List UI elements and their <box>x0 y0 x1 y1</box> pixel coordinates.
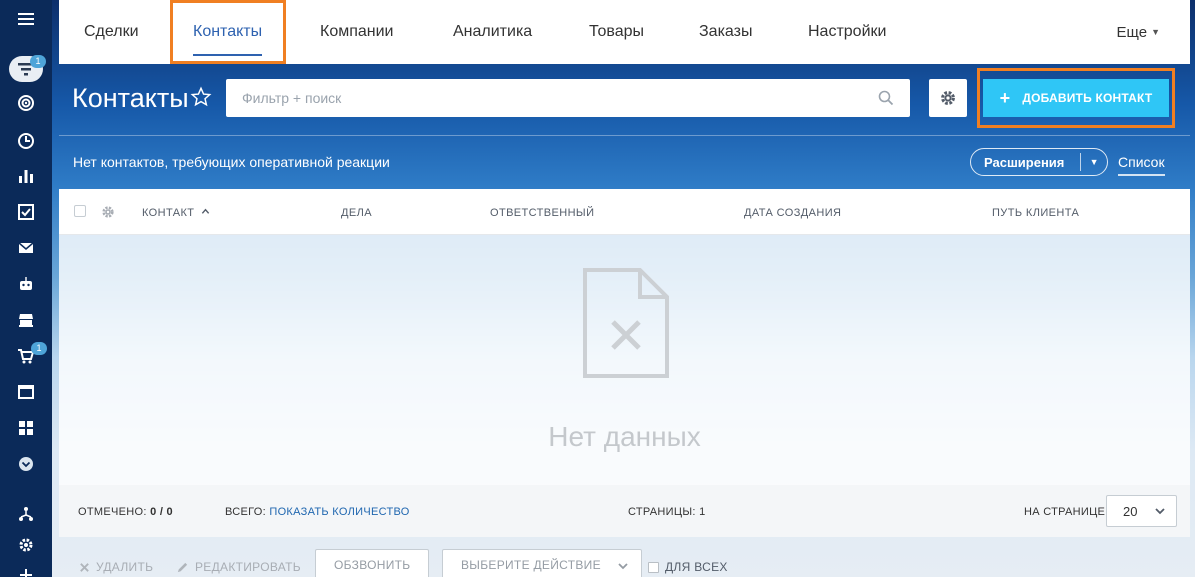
robot-icon[interactable] <box>0 269 52 299</box>
selected-value: 0 / 0 <box>150 506 173 518</box>
choose-action-label: ВЫБЕРИТЕ ДЕЙСТВИЕ <box>461 558 601 572</box>
store-icon[interactable] <box>0 305 52 335</box>
delete-label: УДАЛИТЬ <box>96 560 154 574</box>
show-count-link[interactable]: ПОКАЗАТЬ КОЛИЧЕСТВО <box>269 506 409 518</box>
filter-search[interactable] <box>226 79 910 117</box>
caret-down-icon: ▼ <box>1151 27 1160 37</box>
tab-settings[interactable]: Настройки <box>808 0 886 64</box>
pages-label: СТРАНИЦЫ: <box>628 506 696 518</box>
menu-icon[interactable] <box>0 4 52 34</box>
for-all-option[interactable]: ДЛЯ ВСЕХ <box>648 560 728 574</box>
analytics-icon[interactable] <box>0 161 52 191</box>
tab-deals[interactable]: Сделки <box>84 0 139 64</box>
edit-button[interactable]: РЕДАКТИРОВАТЬ <box>176 560 301 574</box>
tab-orders[interactable]: Заказы <box>699 0 752 64</box>
tasks-icon[interactable] <box>0 197 52 227</box>
tab-products[interactable]: Товары <box>589 0 644 64</box>
extensions-label: Расширения <box>984 154 1065 170</box>
for-all-label: ДЛЯ ВСЕХ <box>665 560 728 574</box>
rail-badge: 1 <box>31 342 47 355</box>
tab-analytics[interactable]: Аналитика <box>453 0 532 64</box>
close-icon <box>80 562 89 572</box>
action-bar: УДАЛИТЬ РЕДАКТИРОВАТЬ ОБЗВОНИТЬ ВЫБЕРИТЕ… <box>59 540 1190 577</box>
plus-icon[interactable] <box>0 560 52 577</box>
plus-icon: + <box>999 87 1011 108</box>
chevron-down-icon <box>618 563 628 570</box>
mail-icon[interactable] <box>0 233 52 263</box>
list-view-link[interactable]: Список <box>1118 154 1165 176</box>
clock-icon[interactable] <box>0 126 52 156</box>
column-header-contact[interactable]: КОНТАКТ <box>142 207 210 219</box>
notice-text: Нет контактов, требующих оперативной реа… <box>73 154 390 170</box>
cart-icon[interactable]: 1 <box>0 341 52 371</box>
column-settings-icon[interactable] <box>101 205 115 219</box>
search-input[interactable] <box>226 79 910 117</box>
total-count: ВСЕГО: ПОКАЗАТЬ КОЛИЧЕСТВО <box>225 506 410 518</box>
highlight-frame <box>170 0 286 64</box>
more-menu[interactable]: Еще ▼ <box>1117 0 1160 64</box>
column-label: КОНТАКТ <box>142 207 195 219</box>
gear-icon[interactable] <box>0 530 52 560</box>
window-icon[interactable] <box>0 377 52 407</box>
per-page-label: НА СТРАНИЦЕ: <box>1024 506 1109 518</box>
add-contact-label: ДОБАВИТЬ КОНТАКТ <box>1022 91 1153 105</box>
left-rail: 1 1 <box>0 0 52 577</box>
chevron-down-icon <box>1155 508 1165 515</box>
search-icon[interactable] <box>878 90 894 106</box>
target-icon[interactable] <box>0 88 52 118</box>
column-header-responsible[interactable]: ОТВЕТСТВЕННЫЙ <box>490 207 594 219</box>
call-button[interactable]: ОБЗВОНИТЬ <box>315 549 430 577</box>
more-label: Еще <box>1116 23 1148 41</box>
apps-icon[interactable] <box>0 413 52 443</box>
choose-action-select[interactable]: ВЫБЕРИТЕ ДЕЙСТВИЕ <box>442 549 642 577</box>
total-label: ВСЕГО: <box>225 506 267 518</box>
page-title: Контакты <box>72 83 189 113</box>
rail-badge: 1 <box>30 55 46 68</box>
settings-button[interactable] <box>929 79 967 117</box>
selected-count: ОТМЕЧЕНО: 0 / 0 <box>78 506 173 518</box>
chevron-down-icon[interactable] <box>0 449 52 479</box>
pages-value: 1 <box>699 506 706 518</box>
edit-label: РЕДАКТИРОВАТЬ <box>195 560 301 574</box>
select-all-checkbox[interactable] <box>74 205 86 217</box>
divider <box>59 135 1190 136</box>
column-header-journey[interactable]: ПУТЬ КЛИЕНТА <box>992 207 1079 219</box>
extensions-button[interactable]: Расширения ▼ <box>970 148 1108 176</box>
star-icon[interactable] <box>190 86 212 108</box>
pages-info: СТРАНИЦЫ: 1 <box>628 506 706 518</box>
add-contact-button[interactable]: + ДОБАВИТЬ КОНТАКТ <box>983 79 1169 117</box>
page-size-value: 20 <box>1123 503 1138 519</box>
grid-header: КОНТАКТ ДЕЛА ОТВЕТСТВЕННЫЙ ДАТА СОЗДАНИЯ… <box>59 189 1190 235</box>
grid-footer: ОТМЕЧЕНО: 0 / 0 ВСЕГО: ПОКАЗАТЬ КОЛИЧЕСТ… <box>59 485 1190 537</box>
selected-label: ОТМЕЧЕНО: <box>78 506 147 518</box>
column-header-activities[interactable]: ДЕЛА <box>341 207 372 219</box>
tab-companies[interactable]: Компании <box>320 0 394 64</box>
sort-asc-icon <box>201 208 210 214</box>
caret-down-icon[interactable]: ▼ <box>1081 157 1107 167</box>
sitemap-icon[interactable] <box>0 499 52 529</box>
empty-file-icon <box>583 268 669 378</box>
contacts-grid: КОНТАКТ ДЕЛА ОТВЕТСТВЕННЫЙ ДАТА СОЗДАНИЯ… <box>59 189 1190 485</box>
pencil-icon <box>177 562 188 572</box>
empty-state-text: Нет данных <box>548 421 701 452</box>
column-header-created[interactable]: ДАТА СОЗДАНИЯ <box>744 207 841 219</box>
top-nav: Сделки Контакты Компании Аналитика Товар… <box>59 0 1190 64</box>
gear-icon <box>941 91 955 105</box>
page-size-select[interactable]: 20 <box>1106 495 1177 527</box>
for-all-checkbox[interactable] <box>648 561 659 573</box>
rail-item-crm[interactable]: 1 <box>0 54 52 84</box>
delete-button[interactable]: УДАЛИТЬ <box>79 560 153 574</box>
